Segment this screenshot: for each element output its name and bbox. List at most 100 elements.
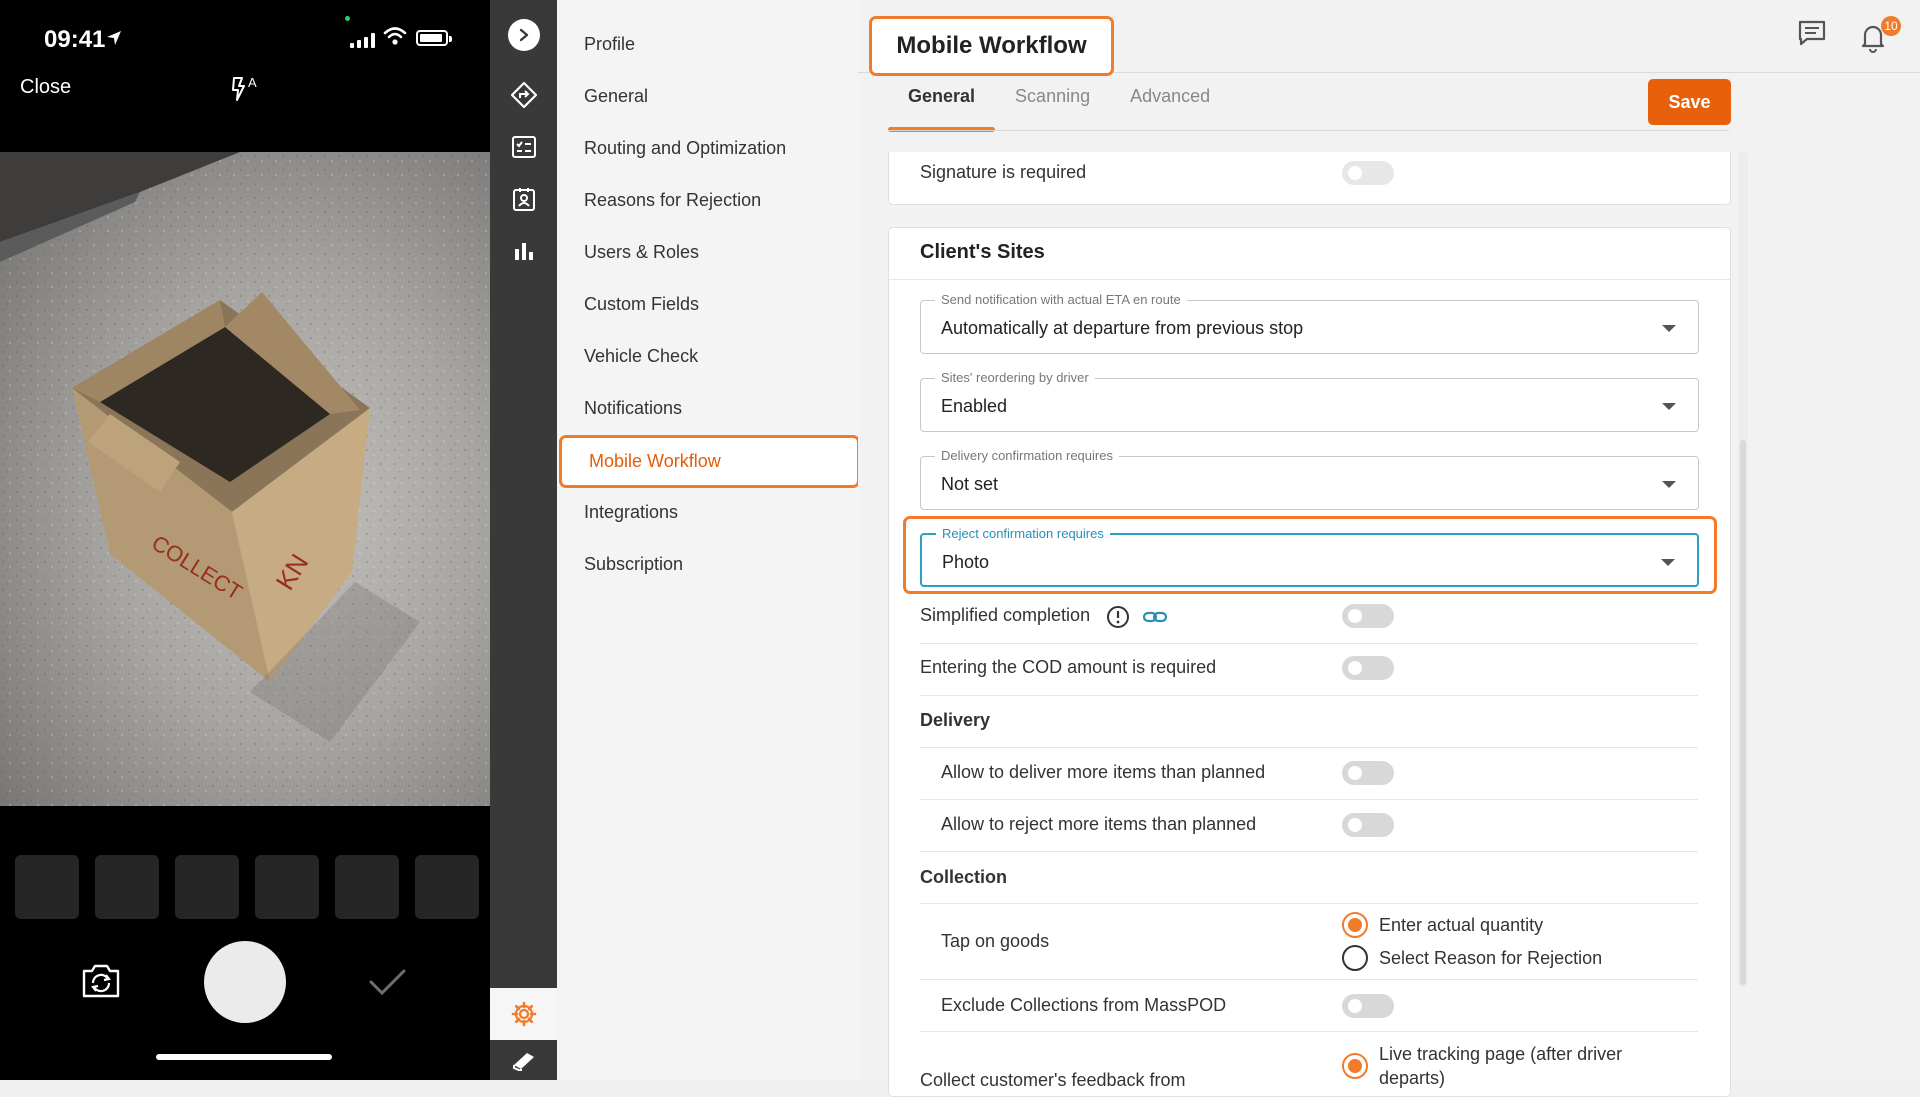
signature-required-toggle[interactable] (1342, 161, 1394, 185)
location-arrow-icon (107, 31, 121, 45)
bar-chart-icon (514, 243, 533, 260)
notifications-count-badge: 10 (1881, 16, 1901, 36)
tab-advanced[interactable]: Advanced (1110, 86, 1230, 132)
switch-camera-icon (82, 964, 120, 998)
flash-auto-icon: A (232, 75, 257, 101)
reject-more-items-label: Allow to reject more items than planned (941, 814, 1257, 834)
delivery-confirmation-value: Not set (941, 474, 999, 494)
status-time: 09:41 (44, 26, 106, 53)
reports-nav-button[interactable] (490, 228, 557, 274)
eta-notification-value: Automatically at departure from previous… (941, 318, 1304, 338)
expand-sidebar-button[interactable] (490, 12, 557, 58)
photo-thumbnail-slot[interactable] (175, 855, 239, 919)
home-indicator (156, 1054, 332, 1060)
reject-confirmation-select[interactable]: Reject confirmation requires Photo (920, 526, 1699, 587)
workflow-tabs: General Scanning Advanced (888, 86, 1230, 132)
signature-required-label: Signature is required (920, 162, 1087, 182)
customer-feedback-label: Collect customer's feedback from (920, 1070, 1186, 1090)
settings-nav-mobile-workflow[interactable]: Mobile Workflow (559, 435, 860, 488)
simplified-completion-label: Simplified completion (920, 605, 1091, 625)
delivery-confirmation-label: Delivery confirmation requires (935, 448, 1119, 463)
exclude-masspod-toggle[interactable] (1342, 994, 1394, 1018)
privacy-indicator-dot (345, 16, 350, 21)
eta-notification-select[interactable]: Send notification with actual ETA en rou… (920, 292, 1699, 354)
sites-reordering-label: Sites' reordering by driver (935, 370, 1095, 385)
settings-nav-integrations[interactable]: Integrations (584, 502, 678, 523)
camera-close-button[interactable]: Close (20, 76, 71, 99)
settings-nav-profile[interactable]: Profile (584, 34, 635, 55)
settings-nav-notifications[interactable]: Notifications (584, 398, 682, 419)
reject-more-items-toggle[interactable] (1342, 813, 1394, 837)
photo-thumbnail-slot[interactable] (95, 855, 159, 919)
id-badge-icon (512, 188, 535, 211)
drivers-nav-button[interactable] (490, 176, 557, 222)
sites-reordering-value: Enabled (941, 396, 1008, 416)
cod-required-label: Entering the COD amount is required (920, 657, 1217, 677)
chevron-down-icon (1662, 403, 1676, 410)
delivery-confirmation-select[interactable]: Delivery confirmation requires Not set (920, 448, 1699, 510)
photo-thumbnail-slot[interactable] (15, 855, 79, 919)
confirm-photo-button[interactable] (366, 966, 408, 998)
checkmark-icon (369, 969, 406, 996)
radio-live-tracking-page[interactable] (1342, 1053, 1368, 1079)
link-icon[interactable] (1142, 608, 1168, 626)
deliver-more-items-toggle[interactable] (1342, 761, 1394, 785)
scrollbar-thumb[interactable] (1740, 440, 1746, 985)
tab-scanning[interactable]: Scanning (995, 86, 1110, 132)
info-icon[interactable] (1106, 605, 1130, 629)
phone-camera-screen: 09:41 Close A COLLECT KN (0, 0, 490, 1080)
battery-icon (416, 30, 452, 46)
save-button[interactable]: Save (1648, 79, 1731, 125)
enter-actual-quantity-label: Enter actual quantity (1379, 915, 1544, 935)
simplified-completion-toggle[interactable] (1342, 604, 1394, 628)
phone-status-bar: 09:41 (0, 0, 490, 70)
checklist-icon (511, 136, 536, 158)
chevron-down-icon (1662, 481, 1676, 488)
routes-nav-button[interactable] (490, 72, 557, 118)
row-divider (920, 695, 1698, 696)
settings-nav-subscription[interactable]: Subscription (584, 554, 683, 575)
flash-auto-button[interactable]: A (228, 72, 268, 106)
card-header-divider (889, 279, 1730, 280)
row-divider (920, 903, 1698, 904)
photo-thumbnail-slot[interactable] (415, 855, 479, 919)
eta-notification-label: Send notification with actual ETA en rou… (935, 292, 1187, 307)
settings-nav-routing[interactable]: Routing and Optimization (584, 138, 786, 159)
row-divider (920, 851, 1698, 852)
settings-nav-vehicle-check[interactable]: Vehicle Check (584, 346, 698, 367)
knowledge-base-button[interactable] (490, 1040, 557, 1080)
row-divider (920, 1031, 1698, 1032)
svg-text:A: A (248, 75, 257, 90)
photo-thumbnail-strip (15, 855, 479, 919)
radio-enter-actual-quantity[interactable] (1342, 912, 1368, 938)
gear-icon (511, 1001, 536, 1027)
collection-heading: Collection (920, 867, 1008, 887)
page-title: Mobile Workflow (869, 16, 1114, 76)
settings-nav-users-roles[interactable]: Users & Roles (584, 242, 699, 263)
icon-sidebar (490, 0, 557, 1080)
chevron-down-icon (1661, 559, 1675, 566)
route-sign-icon (510, 81, 537, 109)
switch-camera-button[interactable] (80, 962, 122, 1000)
cod-required-toggle[interactable] (1342, 656, 1394, 680)
photo-thumbnail-slot[interactable] (255, 855, 319, 919)
tap-on-goods-label: Tap on goods (941, 931, 1050, 951)
settings-nav-button[interactable] (490, 988, 557, 1040)
row-divider (920, 979, 1698, 980)
select-reason-for-rejection-label: Select Reason for Rejection (1379, 948, 1603, 968)
settings-nav-general[interactable]: General (584, 86, 648, 107)
live-tracking-page-label: Live tracking page (after driver departs… (1379, 1044, 1623, 1088)
chat-icon[interactable] (1797, 19, 1827, 47)
notifications-button[interactable]: 10 (1857, 14, 1901, 54)
settings-nav-reasons-for-rejection[interactable]: Reasons for Rejection (584, 190, 761, 211)
photo-thumbnail-slot[interactable] (335, 855, 399, 919)
tasks-nav-button[interactable] (490, 124, 557, 170)
settings-nav-custom-fields[interactable]: Custom Fields (584, 294, 699, 315)
reject-confirmation-value: Photo (942, 552, 990, 572)
tab-general[interactable]: General (888, 86, 996, 132)
book-icon (512, 1053, 534, 1071)
sites-reordering-select[interactable]: Sites' reordering by driver Enabled (920, 370, 1699, 432)
wifi-icon (383, 27, 407, 45)
radio-select-reason-for-rejection[interactable] (1342, 945, 1368, 971)
shutter-button[interactable] (204, 941, 286, 1023)
